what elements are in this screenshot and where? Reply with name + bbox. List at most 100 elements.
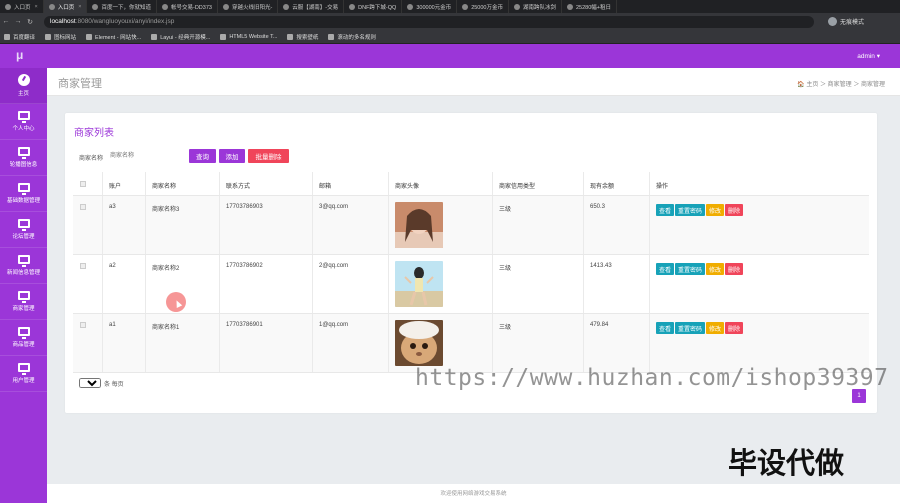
tab-favicon-icon: [5, 3, 11, 10]
bookmark-item[interactable]: 百度翻译: [4, 33, 35, 41]
edit-button[interactable]: 修改: [706, 204, 725, 216]
monitor-icon: [17, 255, 30, 267]
sidebar-item-carousel[interactable]: 轮播图信息: [0, 140, 47, 176]
bookmark-label: 百度翻译: [13, 34, 36, 41]
bookmark-icon: [328, 33, 335, 40]
monitor-icon: [17, 219, 30, 231]
bookmark-item[interactable]: Element - 网站快...: [86, 33, 141, 41]
select-all-cell: [73, 172, 103, 195]
sidebar-item-merchants[interactable]: 商家管理: [0, 284, 47, 320]
name-cell: 商家名称1: [146, 314, 220, 372]
select-all-checkbox[interactable]: [80, 181, 86, 187]
bookmark-icon: [220, 33, 227, 40]
forward-icon[interactable]: →: [12, 18, 24, 25]
breadcrumb[interactable]: 🏠 主页 ＞ 商家管理 ＞ 商家管理: [797, 79, 885, 88]
bookmark-icon: [287, 33, 294, 40]
bookmark-item[interactable]: 搜索壁纸: [287, 33, 318, 41]
tab-8[interactable]: 25000万金币: [457, 0, 509, 13]
delete-button[interactable]: 删除: [725, 322, 744, 334]
account-cell: a1: [103, 314, 146, 372]
sidebar-item-label: 论坛管理: [12, 234, 35, 240]
row-select-cell: [73, 314, 103, 372]
sidebar-item-profile[interactable]: 个人中心: [0, 104, 47, 140]
row-select-cell: [73, 196, 103, 254]
overlay-stamp: 毕设代做: [728, 446, 845, 480]
actions-cell: 查看 重置密码 修改 删除: [650, 314, 869, 372]
phone-cell: 17703786903: [220, 196, 313, 254]
bookmark-item[interactable]: Layui - 经典开源模...: [151, 33, 210, 41]
sidebar-item-forum[interactable]: 论坛管理: [0, 212, 47, 248]
view-button[interactable]: 查看: [656, 204, 675, 216]
tab-0[interactable]: 入口页 ×: [0, 0, 44, 13]
phone-cell: 17703786901: [220, 314, 313, 372]
bookmark-item[interactable]: 滚动的多名规则: [328, 33, 376, 41]
tab-favicon-icon: [567, 3, 573, 10]
url-field[interactable]: localhost:8080/wangluoyouxi/anyi/index.j…: [44, 15, 814, 28]
close-icon[interactable]: ×: [78, 4, 81, 10]
tab-label: 云服【湖南】-交易: [292, 4, 339, 11]
email-cell: 1@qq.com: [313, 314, 389, 372]
tab-favicon-icon: [349, 3, 356, 10]
back-icon[interactable]: ←: [0, 18, 12, 25]
sidebar-item-news[interactable]: 新闻信息管理: [0, 248, 47, 284]
user-menu[interactable]: admin ▾: [857, 52, 880, 60]
page-footer: 欢迎使用网络游戏交易系统: [47, 484, 900, 503]
phone-cell: 17703786902: [220, 255, 313, 313]
query-button[interactable]: 查询: [189, 149, 216, 163]
sidebar-item-label: 商品管理: [12, 342, 35, 348]
view-button[interactable]: 查看: [656, 322, 675, 334]
batch-delete-button[interactable]: 批量删除: [248, 149, 289, 163]
page-header: [47, 68, 900, 96]
credit-cell: 三级: [493, 314, 584, 372]
view-button[interactable]: 查看: [656, 263, 675, 275]
tab-1[interactable]: 入口页 ×: [43, 0, 88, 13]
reload-icon[interactable]: ↻: [24, 18, 36, 26]
edit-button[interactable]: 修改: [706, 263, 725, 275]
sidebar-item-products[interactable]: 商品管理: [0, 320, 47, 356]
tab-6[interactable]: DNF跨下城-QQ: [344, 0, 403, 13]
edit-button[interactable]: 修改: [706, 322, 725, 334]
sidebar-item-users[interactable]: 用户管理: [0, 356, 47, 392]
close-icon[interactable]: ×: [35, 4, 38, 10]
page-size-suffix: 条 每页: [104, 381, 124, 388]
delete-button[interactable]: 删除: [725, 204, 744, 216]
bookmark-item[interactable]: 图标网站: [45, 33, 76, 41]
delete-button[interactable]: 删除: [725, 263, 744, 275]
bookmark-item[interactable]: HTML5 Website T...: [220, 33, 277, 40]
search-label: 商家名称: [79, 156, 104, 162]
tab-7[interactable]: 300000元金币: [402, 0, 458, 13]
tab-9[interactable]: 湖南跨队冰剑: [509, 0, 562, 13]
column-header: 商家信用类型: [493, 172, 584, 195]
tab-5[interactable]: 云服【湖南】-交易: [278, 0, 345, 13]
tab-3[interactable]: 帐号交易-DD373: [157, 0, 218, 13]
tab-10[interactable]: 25280幅+租日: [562, 0, 618, 13]
balance-cell: 479.84: [584, 314, 650, 372]
bookmarks-bar: 百度翻译 图标网站 Element - 网站快... Layui - 经典开源模…: [0, 30, 900, 44]
avatar-cell: [389, 314, 493, 372]
column-header: 商家头像: [389, 172, 493, 195]
browser-tab-bar: 入口页 × 入口页 × 百度一下，你就知道 帐号交易-DD373 穿越火线旧阳光- …: [0, 0, 900, 13]
row-checkbox[interactable]: [80, 322, 86, 328]
page-number-button[interactable]: 1: [852, 389, 866, 403]
reset-password-button[interactable]: 重置密码: [675, 322, 706, 334]
tab-favicon-icon: [48, 3, 55, 10]
add-button[interactable]: 添加: [219, 149, 245, 163]
page-size-control: 10 条 每页: [79, 378, 124, 388]
balance-cell: 1413.43: [584, 255, 650, 313]
app-logo[interactable]: μ: [16, 48, 23, 62]
sidebar-item-home[interactable]: 主页: [0, 68, 47, 104]
bookmark-label: 滚动的多名规则: [337, 34, 376, 41]
sidebar-item-base-data[interactable]: 基础数据管理: [0, 176, 47, 212]
row-checkbox[interactable]: [80, 204, 86, 210]
bookmark-icon: [45, 33, 52, 40]
reset-password-button[interactable]: 重置密码: [675, 204, 706, 216]
reset-password-button[interactable]: 重置密码: [675, 263, 706, 275]
row-checkbox[interactable]: [80, 263, 86, 269]
tab-2[interactable]: 百度一下，你就知道: [87, 0, 157, 13]
page-size-select[interactable]: 10: [79, 378, 101, 388]
watermark-text: https://www.huzhan.com/ishop39397: [415, 365, 889, 391]
incognito-profile[interactable]: 无痕模式: [828, 17, 864, 26]
tab-label: 入口页: [57, 4, 75, 11]
tab-4[interactable]: 穿越火线旧阳光-: [218, 0, 279, 13]
search-input[interactable]: [110, 149, 182, 162]
